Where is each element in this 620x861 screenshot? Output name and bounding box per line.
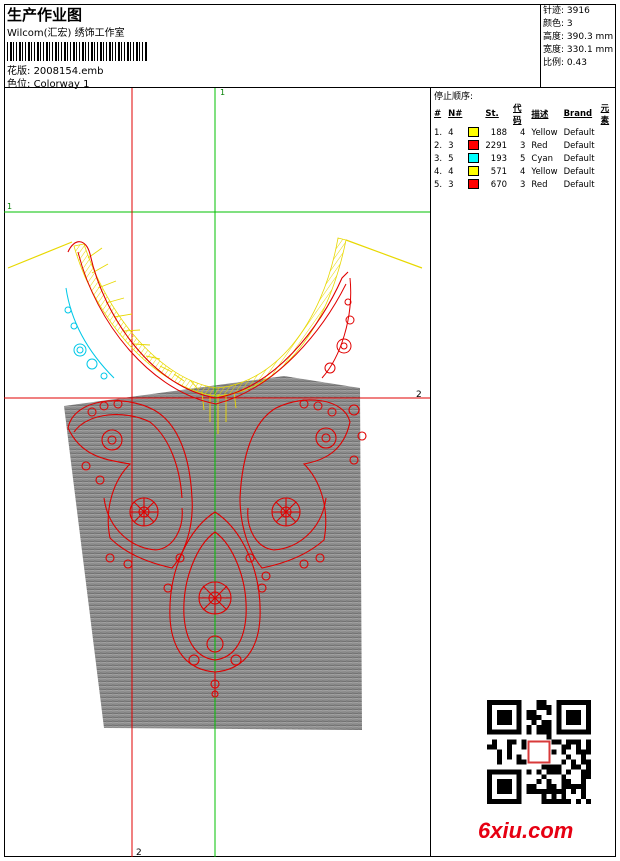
company-name: Wilcom(汇宏) 绣饰工作室 [7,28,125,39]
row-element [598,126,616,139]
col-num: # [434,109,442,119]
row-swatch [465,178,482,191]
row-st: 188 [490,127,508,138]
guide-label-left: 1 [7,202,12,211]
row-num: 4. [434,166,443,177]
color-swatch [468,166,480,177]
stat-scale: 比例: 0.43 [543,58,587,68]
table-header-row: # N# St. 代码 描述 Brand 元素 [431,102,616,126]
row-brand: Default [563,166,595,177]
col-desc: 描述 [531,110,549,120]
col-n: N# [448,109,463,119]
row-n: 3 [448,140,454,151]
row-brand: Default [563,127,595,138]
table-row: 2. 3 2291 3 Red Default [431,139,616,152]
row-n: 4 [448,127,454,138]
row-swatch [465,139,482,152]
row-desc: Yellow [531,127,558,138]
row-swatch [465,152,482,165]
row-brand: Default [563,153,595,164]
watermark-logo: 6xiu.com [478,818,574,843]
color-swatch [468,179,480,190]
row-code: 5 [519,153,526,164]
row-desc: Red [531,140,548,151]
row-n: 4 [448,166,454,177]
row-code: 3 [519,179,526,190]
barcode [7,42,147,61]
guide-label-right: 2 [416,390,422,400]
row-n: 5 [448,153,454,164]
row-n: 3 [448,179,454,190]
row-code: 3 [519,140,526,151]
row-num: 2. [434,140,443,151]
stop-sequence-title: 停止顺序: [434,92,474,102]
table-row: 4. 4 571 4 Yellow Default [431,165,616,178]
row-code: 4 [519,166,526,177]
header: 生产作业图 Wilcom(汇宏) 绣饰工作室 花版: 2008154.emb 色… [4,4,540,90]
col-brand: Brand [563,109,593,119]
stat-width: 宽度: 330.1 mm [543,45,614,55]
col-code: 代码 [513,104,522,126]
row-brand: Default [563,140,595,151]
stats-box: 针迹: 3916 颜色: 3 高度: 390.3 mm 宽度: 330.1 mm… [540,4,616,88]
row-st: 571 [490,166,508,177]
row-st: 670 [490,179,508,190]
row-code: 4 [519,127,526,138]
col-element: 元素 [600,104,610,126]
design-canvas: 1 1 2 2 [4,88,430,857]
color-swatch [468,140,480,151]
stat-stitches: 针迹: 3916 [543,6,590,16]
qr-code [487,700,591,804]
row-num: 5. [434,179,443,190]
col-swatch [465,102,482,126]
page-title: 生产作业图 [7,6,83,24]
col-st: St. [485,109,499,119]
table-row: 3. 5 193 5 Cyan Default [431,152,616,165]
row-st: 193 [490,153,508,164]
row-swatch [465,165,482,178]
row-desc: Cyan [531,153,553,164]
guide-label-bottom: 2 [136,848,142,857]
row-element [598,178,616,191]
row-brand: Default [563,179,595,190]
guide-label-top: 1 [220,88,225,97]
row-swatch [465,126,482,139]
color-swatch [468,153,480,164]
embroidery-preview: 1 1 2 2 [4,88,430,857]
fabric-sample [64,376,362,730]
table-row: 5. 3 670 3 Red Default [431,178,616,191]
row-num: 1. [434,127,443,138]
row-element [598,152,616,165]
stop-sequence-table: # N# St. 代码 描述 Brand 元素 1. 4 188 4 Yellow Def… [431,102,616,191]
row-desc: Yellow [531,166,558,177]
stat-colors: 颜色: 3 [543,19,573,29]
stat-height: 高度: 390.3 mm [543,32,614,42]
row-st: 2291 [485,140,508,151]
row-element [598,165,616,178]
row-num: 3. [434,153,443,164]
row-desc: Red [531,179,548,190]
table-row: 1. 4 188 4 Yellow Default [431,126,616,139]
color-swatch [468,127,480,138]
row-element [598,139,616,152]
